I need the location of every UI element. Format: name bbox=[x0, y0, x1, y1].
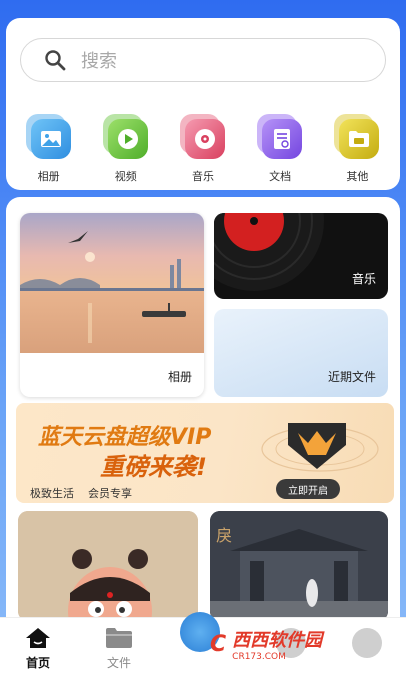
watermark-logo: C bbox=[210, 631, 227, 657]
search-icon bbox=[45, 50, 66, 71]
category-other[interactable]: 其他 bbox=[327, 114, 387, 184]
category-label: 视频 bbox=[114, 170, 137, 183]
drama-image-tile[interactable]: 戾 bbox=[210, 511, 388, 617]
tab-profile-icon[interactable] bbox=[352, 628, 382, 658]
banner-tagline-1: 极致生活 bbox=[30, 487, 74, 500]
album-tile-label: 相册 bbox=[167, 370, 192, 384]
music-tile[interactable]: 音乐 bbox=[214, 213, 388, 299]
category-label: 文档 bbox=[269, 170, 292, 183]
banner-tagline-2: 会员专享 bbox=[88, 487, 132, 500]
watermark: C 西西软件园 CR173.COM bbox=[210, 624, 322, 664]
category-album[interactable]: 相册 bbox=[19, 114, 79, 184]
category-music[interactable]: 音乐 bbox=[173, 114, 233, 184]
content-panel: 相册 音乐 近期文件 蓝天云盘超级VIP 重磅来袭! 极致生活 会员专享 立即开… bbox=[6, 197, 400, 617]
folder-icon bbox=[339, 119, 380, 159]
music-disc-icon bbox=[184, 119, 225, 159]
vip-crown-icon bbox=[261, 423, 379, 472]
palace-scene-image: 戾 bbox=[210, 511, 388, 617]
watermark-url: CR173.COM bbox=[232, 652, 286, 662]
tab-home-label: 首页 bbox=[25, 656, 50, 670]
svg-text:戾: 戾 bbox=[216, 526, 232, 545]
search-input[interactable]: 搜索 bbox=[81, 47, 117, 73]
vip-banner[interactable]: 蓝天云盘超级VIP 重磅来袭! 极致生活 会员专享 立即开启 bbox=[16, 403, 394, 503]
tab-home[interactable]: 首页 bbox=[24, 626, 52, 671]
tab-file[interactable]: 文件 bbox=[104, 626, 134, 671]
cartoon-image-tile[interactable] bbox=[18, 511, 198, 617]
banner-subtitle: 重磅来袭! bbox=[100, 453, 207, 481]
music-tile-label: 音乐 bbox=[351, 272, 376, 286]
category-label: 相册 bbox=[37, 170, 60, 183]
category-document[interactable]: 文档 bbox=[250, 114, 310, 184]
bottom-tab-bar: 首页 文件 bbox=[0, 612, 406, 677]
album-tile[interactable]: 相册 bbox=[20, 213, 204, 397]
tab-file-label: 文件 bbox=[106, 656, 131, 670]
image-icon bbox=[30, 119, 71, 159]
watermark-name: 西西软件园 bbox=[232, 630, 323, 651]
category-video[interactable]: 视频 bbox=[96, 114, 156, 184]
category-row: 相册 视频 音乐 文档 其他 bbox=[6, 114, 400, 184]
home-icon bbox=[26, 628, 50, 648]
search-bar[interactable]: 搜索 bbox=[20, 38, 386, 82]
document-icon bbox=[262, 119, 303, 159]
category-label: 音乐 bbox=[191, 170, 214, 183]
sunset-lake-image bbox=[20, 213, 204, 353]
recent-files-tile[interactable]: 近期文件 bbox=[214, 309, 388, 397]
top-panel: 搜索 相册 视频 音乐 文档 其他 bbox=[6, 18, 400, 190]
folder-icon bbox=[106, 628, 132, 648]
play-icon bbox=[107, 119, 148, 159]
cartoon-character-image bbox=[18, 511, 198, 617]
recent-files-label: 近期文件 bbox=[327, 370, 376, 384]
category-label: 其他 bbox=[346, 170, 369, 183]
open-vip-button[interactable]: 立即开启 bbox=[276, 479, 340, 499]
